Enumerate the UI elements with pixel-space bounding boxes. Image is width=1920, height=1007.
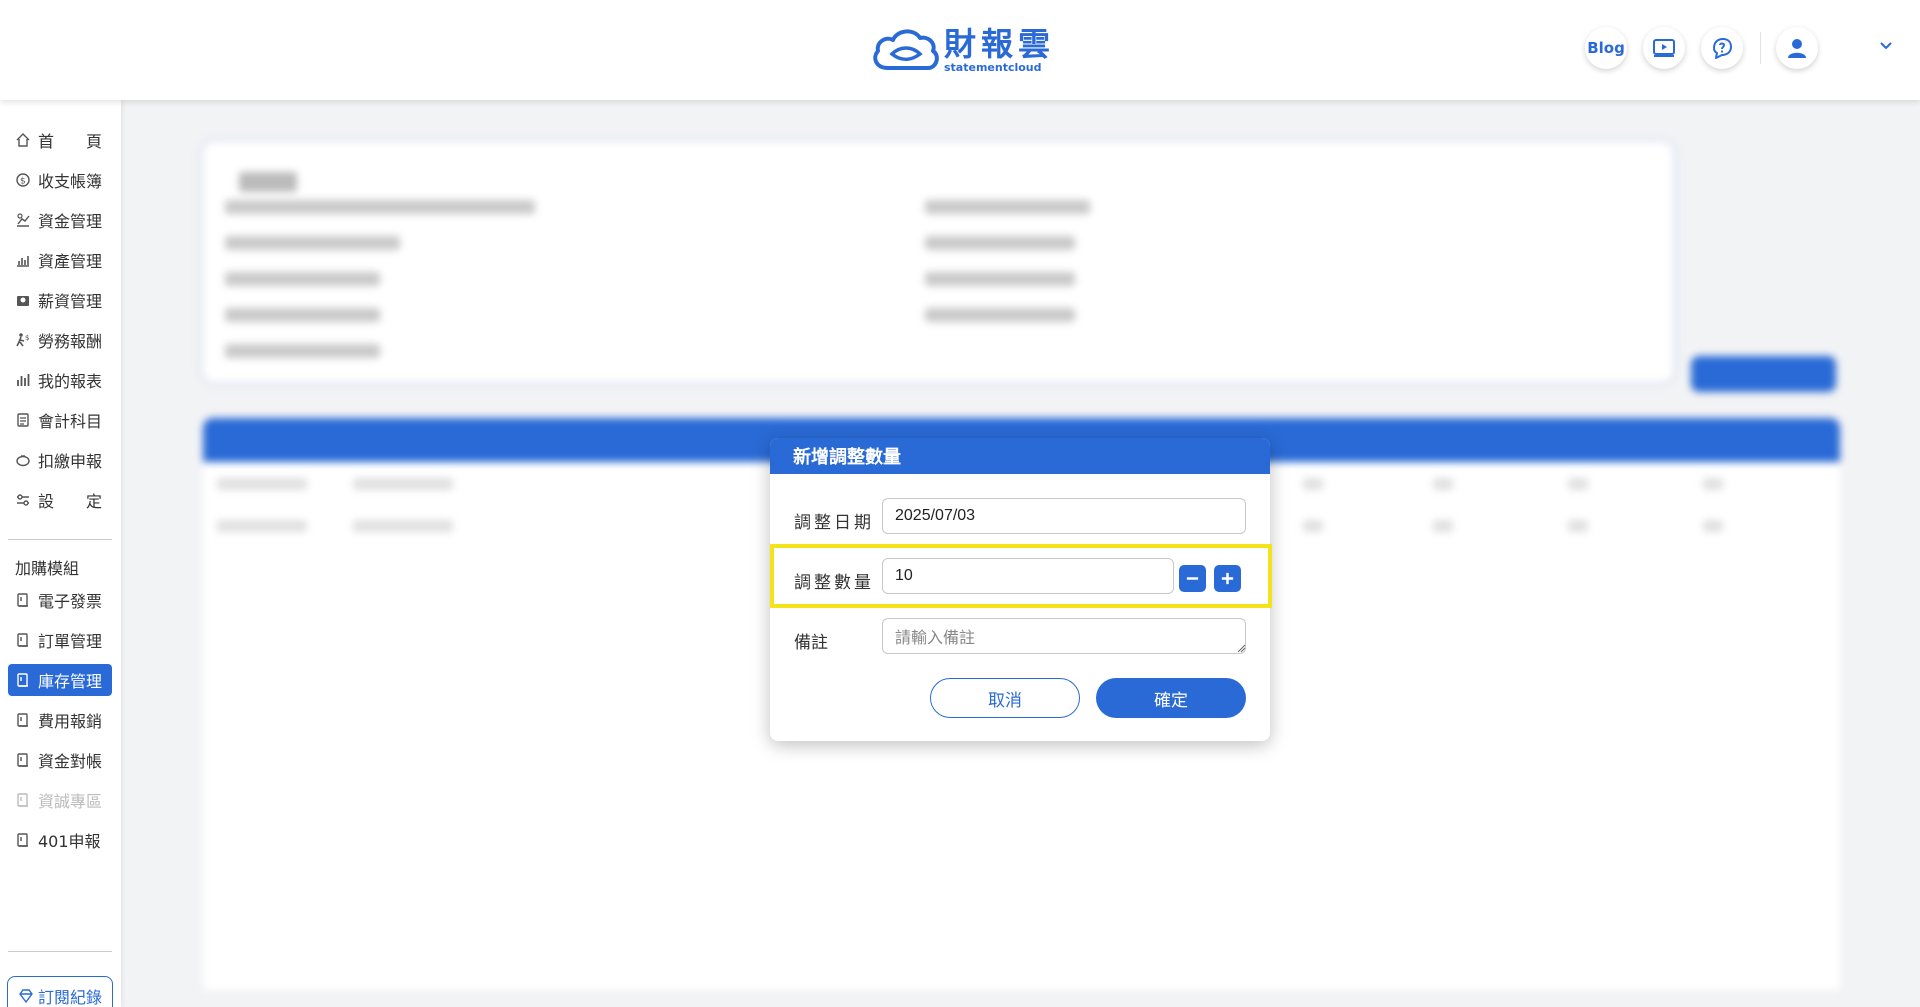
diamond-icon xyxy=(19,989,33,1004)
note-textarea[interactable]: 請輸入備註 xyxy=(882,618,1246,654)
sidebar-item-label: 資誠專區 xyxy=(38,792,103,811)
sidebar-item-reports[interactable]: 我的報表 xyxy=(8,364,112,396)
sidebar-item-ledger[interactable]: $ 收支帳簿 xyxy=(8,164,112,196)
confirm-button[interactable]: 確定 xyxy=(1096,678,1246,718)
note-label: 備註 xyxy=(794,633,828,653)
subscription-record-label: 訂閱紀錄 xyxy=(37,988,102,1007)
cancel-button[interactable]: 取消 xyxy=(930,678,1080,718)
adjust-date-row: 調整日期 2025/07/03 xyxy=(770,498,1270,538)
module-book-icon xyxy=(14,671,32,689)
sidebar-divider xyxy=(8,951,112,952)
sidebar-item-salary[interactable]: 薪資管理 xyxy=(8,284,112,316)
sidebar-item-label: 資金對帳 xyxy=(38,752,103,771)
decrease-quantity-button[interactable] xyxy=(1179,565,1206,592)
module-book-icon xyxy=(14,711,32,729)
module-book-icon xyxy=(14,791,32,809)
module-book-icon xyxy=(14,831,32,849)
video-book-icon xyxy=(1653,39,1675,57)
statementcloud-logo[interactable]: 財報雲 statementcloud xyxy=(870,24,1055,76)
adjust-quantity-dialog: 新增調整數量 調整日期 2025/07/03 調整數量 10 備註 請輸入備註 … xyxy=(770,438,1270,741)
note-row: 備註 請輸入備註 xyxy=(770,618,1270,658)
video-tutorial-button[interactable] xyxy=(1643,27,1685,69)
plus-icon xyxy=(1221,572,1234,585)
addon-heading: 加購模組 xyxy=(15,559,80,578)
sidebar-item-401-filing[interactable]: 401申報 xyxy=(8,824,112,856)
logo-english-text: statementcloud xyxy=(944,61,1042,74)
settings-sliders-icon xyxy=(14,491,32,509)
sidebar-item-expenses[interactable]: 費用報銷 xyxy=(8,704,112,736)
sidebar-item-label: 我的報表 xyxy=(38,372,103,391)
help-chat-icon xyxy=(1713,38,1732,59)
sidebar-item-einvoice[interactable]: 電子發票 xyxy=(8,584,112,616)
blurred-action-button xyxy=(1691,356,1836,392)
chevron-down-icon xyxy=(1880,42,1892,50)
subscription-record-button[interactable]: 訂閱紀錄 xyxy=(7,976,113,1007)
header-divider xyxy=(1760,32,1761,64)
sidebar-item-labor[interactable]: $ 勞務報酬 xyxy=(8,324,112,356)
sidebar-item-label: 首 頁 xyxy=(38,132,103,151)
sidebar-item-label: 薪資管理 xyxy=(38,292,103,311)
blog-button[interactable]: Blog xyxy=(1585,27,1627,69)
sidebar-item-label: 401申報 xyxy=(38,832,101,851)
module-book-icon xyxy=(14,631,32,649)
sidebar-item-settings[interactable]: 設 定 xyxy=(8,484,112,516)
sidebar-item-label: 費用報銷 xyxy=(38,712,103,731)
sidebar-item-accounts[interactable]: 會計科目 xyxy=(8,404,112,436)
adjust-quantity-row: 調整數量 10 xyxy=(770,558,1270,598)
fund-icon xyxy=(14,211,32,229)
user-icon xyxy=(1788,39,1806,58)
bar-chart-icon xyxy=(14,371,32,389)
dialog-title: 新增調整數量 xyxy=(770,438,1270,474)
top-header: 財報雲 statementcloud Blog xyxy=(0,0,1920,100)
sidebar-item-home[interactable]: 首 頁 xyxy=(8,124,112,156)
sidebar-item-label: 訂單管理 xyxy=(38,632,103,651)
labor-icon: $ xyxy=(14,331,32,349)
module-book-icon xyxy=(14,751,32,769)
adjust-quantity-label: 調整數量 xyxy=(794,573,874,593)
help-chat-button[interactable] xyxy=(1701,27,1743,69)
sidebar-item-assets[interactable]: 資產管理 xyxy=(8,244,112,276)
sidebar-item-label: 庫存管理 xyxy=(38,672,103,691)
sidebar-item-pwc-zone: 資誠專區 xyxy=(8,784,112,816)
module-book-icon xyxy=(14,591,32,609)
home-icon xyxy=(14,131,32,149)
sidebar-item-label: 電子發票 xyxy=(38,592,103,611)
account-dropdown-toggle[interactable] xyxy=(1878,38,1894,58)
minus-icon xyxy=(1186,577,1199,580)
sidebar-item-label: 會計科目 xyxy=(38,412,103,431)
sidebar-item-label: 設 定 xyxy=(38,492,103,511)
adjust-quantity-input[interactable]: 10 xyxy=(882,558,1174,594)
card-title-placeholder xyxy=(239,172,297,192)
user-avatar-button[interactable] xyxy=(1776,27,1818,69)
asset-chart-icon xyxy=(14,251,32,269)
sidebar-item-label: 勞務報酬 xyxy=(38,332,103,351)
increase-quantity-button[interactable] xyxy=(1214,565,1241,592)
svg-text:$: $ xyxy=(25,334,29,342)
sidebar: 首 頁 $ 收支帳簿 資金管理 資產管理 薪資管理 $ 勞務報酬 我的報表 會計… xyxy=(0,100,121,1007)
ledger-icon xyxy=(14,411,32,429)
sidebar-item-reconciliation[interactable]: 資金對帳 xyxy=(8,744,112,776)
sidebar-item-label: 收支帳簿 xyxy=(38,172,103,191)
sidebar-item-withholding[interactable]: 扣繳申報 xyxy=(8,444,112,476)
resize-handle-icon[interactable] xyxy=(1237,644,1246,653)
adjust-date-label: 調整日期 xyxy=(794,513,874,533)
sidebar-divider xyxy=(8,539,112,540)
cloud-logo-icon xyxy=(873,29,939,70)
sidebar-item-orders[interactable]: 訂單管理 xyxy=(8,624,112,656)
sidebar-item-label: 資產管理 xyxy=(38,252,103,271)
svg-text:$: $ xyxy=(20,177,26,187)
adjust-date-input[interactable]: 2025/07/03 xyxy=(882,498,1246,534)
coin-icon: $ xyxy=(14,171,32,189)
sidebar-item-funds[interactable]: 資金管理 xyxy=(8,204,112,236)
salary-icon xyxy=(14,291,32,309)
piggy-icon xyxy=(14,451,32,469)
sidebar-item-label: 資金管理 xyxy=(38,212,103,231)
product-info-card xyxy=(203,142,1673,382)
sidebar-item-inventory[interactable]: 庫存管理 xyxy=(8,664,112,696)
sidebar-item-label: 扣繳申報 xyxy=(38,452,103,471)
logo-chinese-text: 財報雲 xyxy=(944,25,1056,63)
